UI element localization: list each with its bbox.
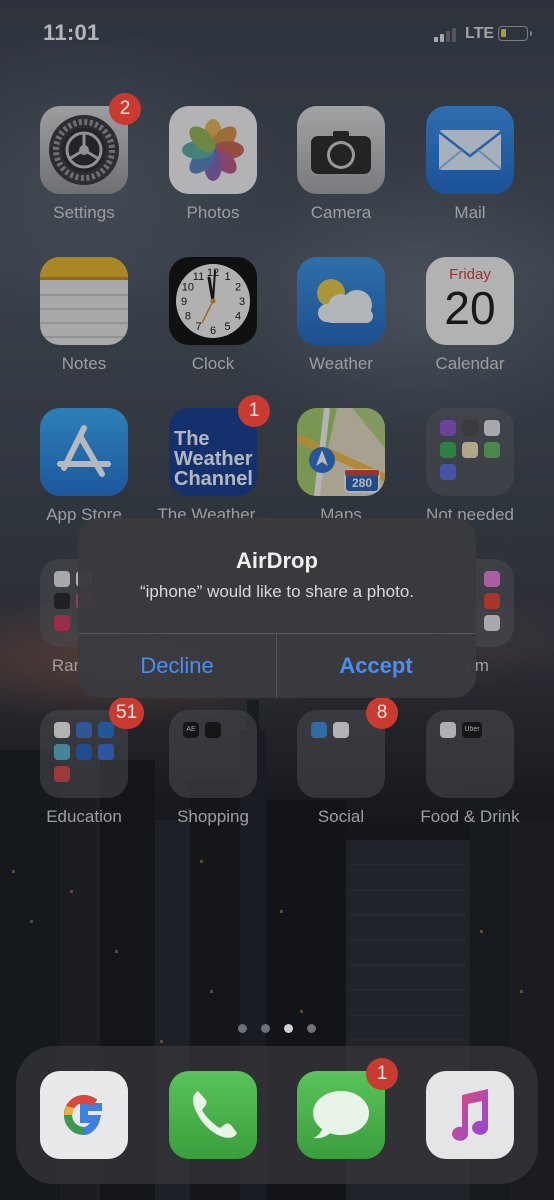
google-g-icon[interactable] — [40, 1071, 128, 1159]
dock: 1 — [16, 1046, 538, 1184]
airdrop-alert: AirDrop “iphone” would like to share a p… — [78, 518, 476, 698]
alert-message: “iphone” would like to share a photo. — [139, 582, 415, 601]
page-dot — [238, 1024, 247, 1033]
phone-handset-icon[interactable] — [169, 1071, 257, 1159]
home-screen: 11:01 LTE 2 Settings Photos Camera Mail … — [0, 0, 554, 1200]
page-dot — [261, 1024, 270, 1033]
page-dot — [307, 1024, 316, 1033]
music-note-icon[interactable] — [426, 1071, 514, 1159]
social-badge: 8 — [366, 697, 398, 729]
accept-button[interactable]: Accept — [277, 634, 475, 698]
messages-badge: 1 — [366, 1058, 398, 1090]
page-dot-active — [284, 1024, 293, 1033]
education-badge: 51 — [109, 697, 145, 729]
weather-channel-badge: 1 — [238, 395, 270, 427]
page-indicator[interactable] — [230, 1022, 330, 1036]
settings-badge: 2 — [109, 93, 141, 125]
alert-title: AirDrop — [236, 548, 318, 573]
decline-button[interactable]: Decline — [78, 634, 276, 698]
